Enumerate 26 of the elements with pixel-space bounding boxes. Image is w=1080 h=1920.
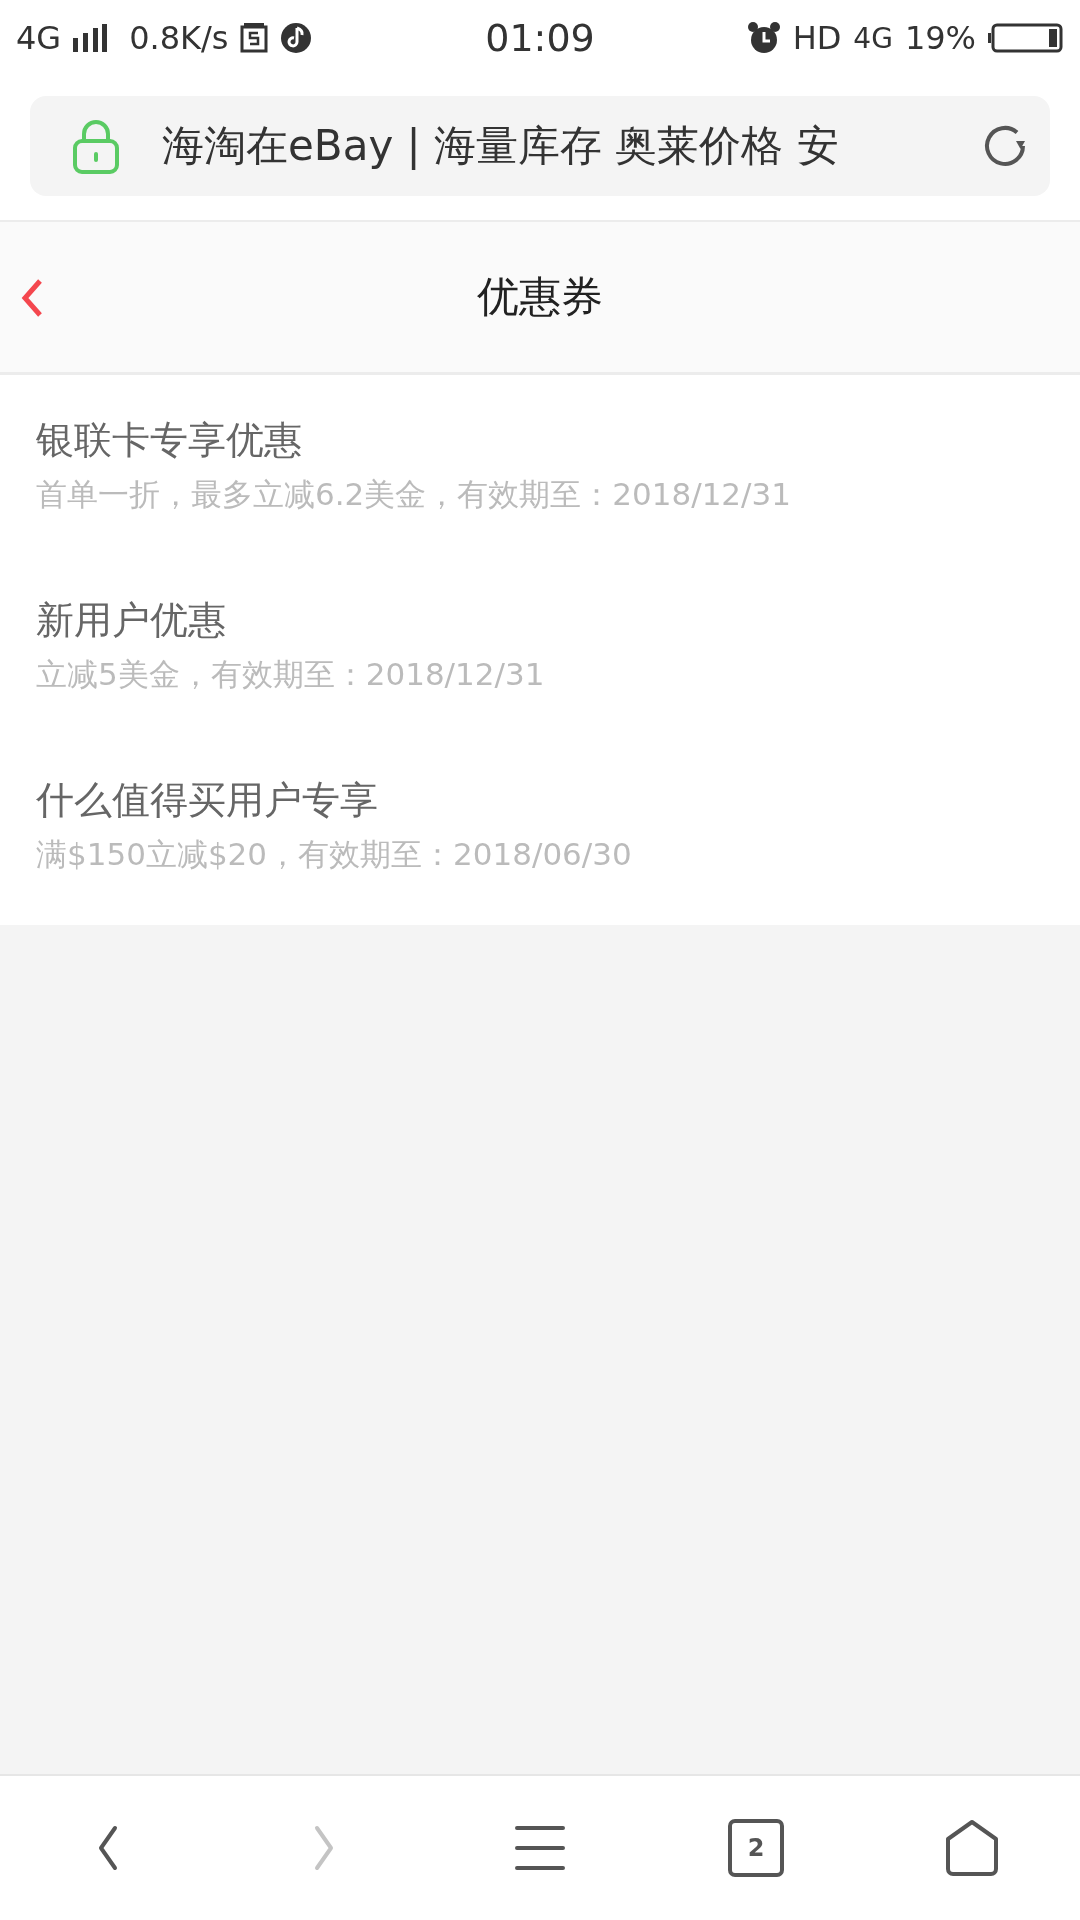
page-heading: 优惠券	[477, 271, 603, 323]
battery-icon	[988, 23, 1064, 53]
address-bar[interactable]: 海淘在eBay | 海量库存 奥莱价格 安	[30, 96, 1050, 196]
home-icon[interactable]	[943, 1819, 1001, 1877]
coupon-title[interactable]: 什么值得买用户专享	[36, 774, 1044, 826]
tabs-button[interactable]: 2	[728, 1819, 784, 1877]
clock-time: 01:09	[485, 16, 595, 60]
battery-percent: 19%	[904, 19, 976, 57]
page-title: 海淘在eBay | 海量库存 奥莱价格 安	[162, 120, 840, 172]
alarm-icon	[746, 21, 781, 55]
coupon-detail: 立减5美金，有效期至：2018/12/31	[36, 654, 546, 694]
coupon-detail: 首单一折，最多立减6.2美金，有效期至：2018/12/31	[36, 474, 792, 514]
signal-icon	[73, 24, 108, 52]
lock-icon	[72, 118, 120, 174]
coupon-title[interactable]: 新用户优惠	[36, 594, 1044, 646]
coupon-detail: 满$150立减$20，有效期至：2018/06/30	[36, 834, 633, 874]
hd-indicator: HD	[792, 19, 842, 57]
network-type: 4G	[853, 21, 893, 55]
coupon-title[interactable]: 银联卡专享优惠	[36, 414, 1044, 466]
music-app-icon	[280, 22, 313, 54]
network-type: 4G	[16, 19, 62, 57]
storage-icon	[240, 23, 269, 53]
network-speed: 0.8K/s	[129, 19, 229, 57]
back-icon[interactable]	[97, 1825, 119, 1871]
back-icon[interactable]	[20, 278, 44, 318]
menu-icon[interactable]	[515, 1825, 565, 1871]
